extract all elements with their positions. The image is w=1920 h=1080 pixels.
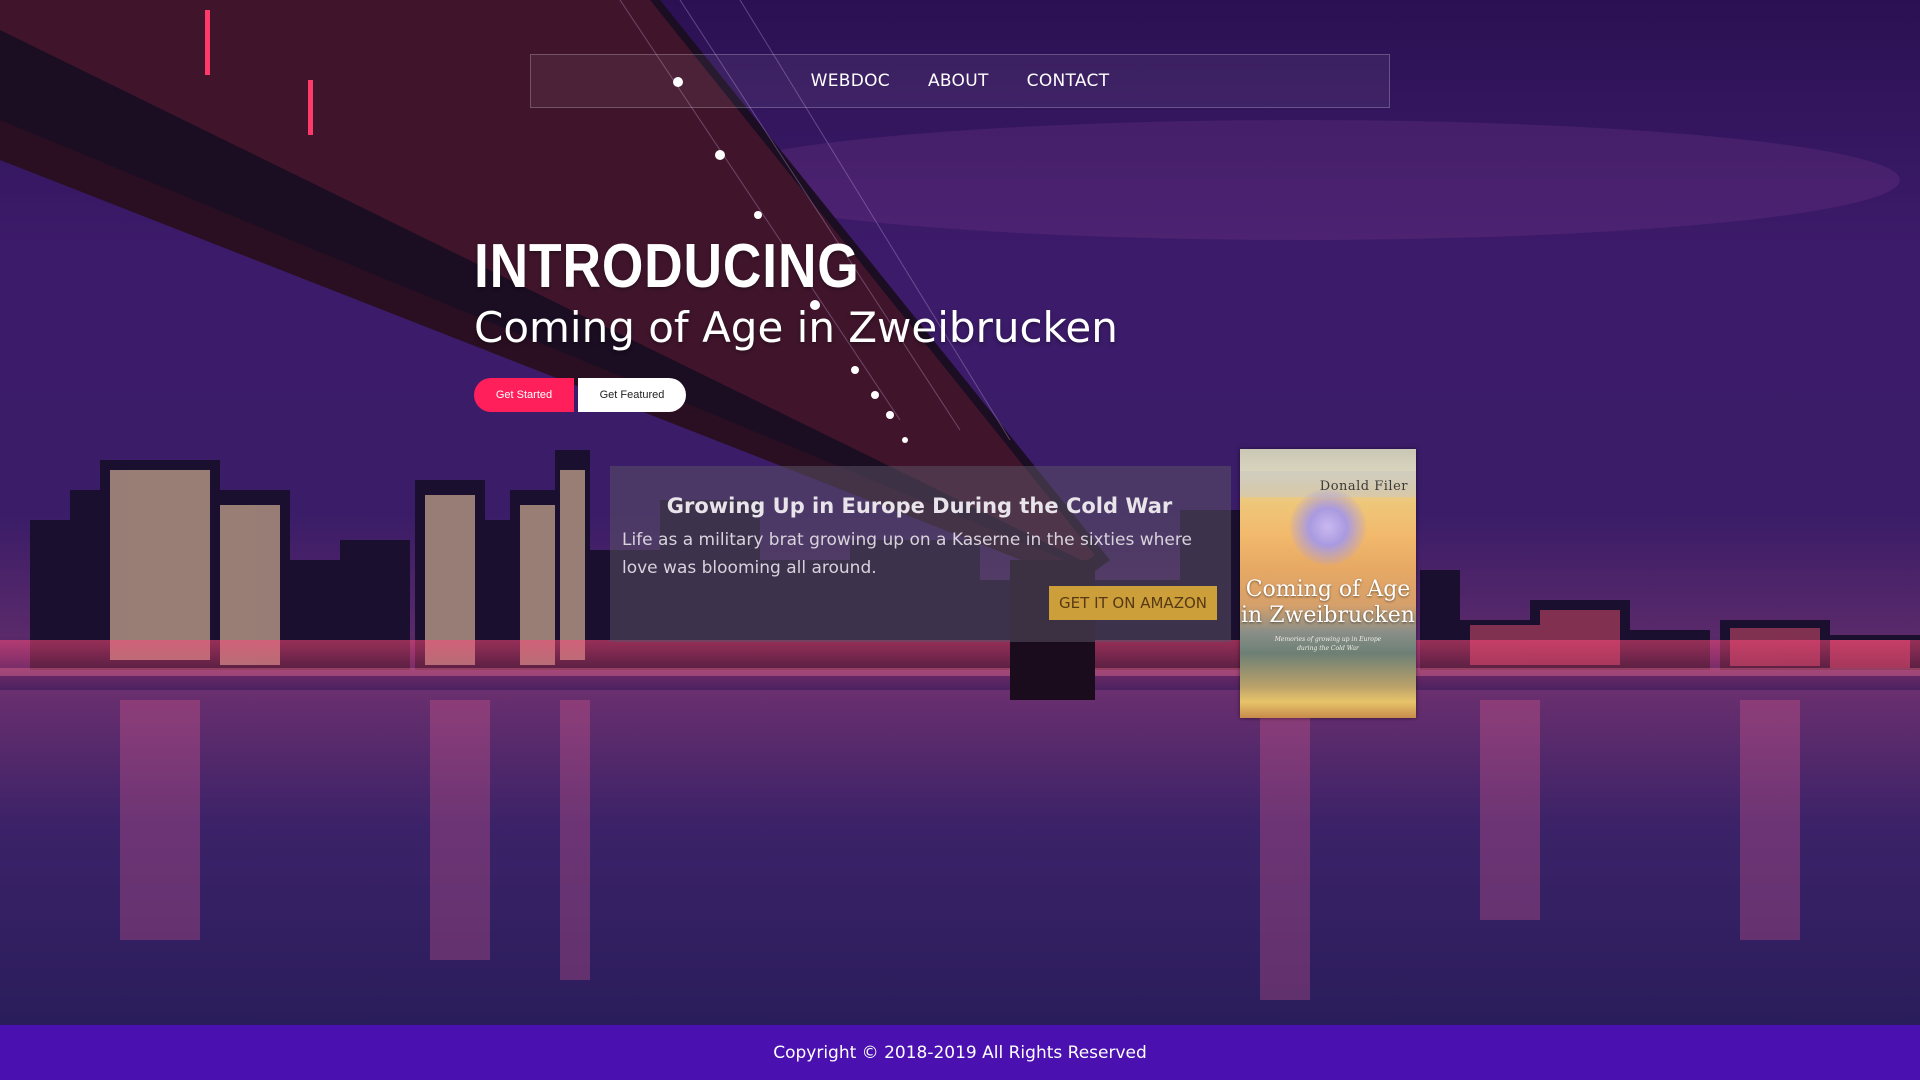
book-info-card: Growing Up in Europe During the Cold War… (610, 466, 1231, 642)
book-cover-author: Donald Filer (1319, 479, 1408, 494)
book-cover-image[interactable]: Donald Filer Coming of Age in Zweibrucke… (1240, 449, 1416, 718)
nav-link-webdoc[interactable]: WEBDOC (811, 71, 890, 91)
page: WEBDOC ABOUT CONTACT INTRODUCING Coming … (0, 0, 1920, 1080)
book-cover-subtitle-line1: Memories of growing up in Europe (1274, 636, 1382, 643)
hero-title: Coming of Age in Zweibrucken (474, 303, 1118, 352)
top-navbar: WEBDOC ABOUT CONTACT (530, 54, 1390, 108)
copyright-text: Copyright © 2018-2019 All Rights Reserve… (773, 1042, 1147, 1063)
card-description: Life as a military brat growing up on a … (622, 530, 1192, 578)
book-cover-title: Coming of Age in Zweibrucken (1240, 577, 1416, 629)
hero-kicker: INTRODUCING (474, 232, 860, 301)
nav-link-about[interactable]: ABOUT (928, 71, 989, 91)
book-cover-title-line1: Coming of Age (1245, 577, 1411, 602)
get-started-button[interactable]: Get Started (474, 378, 574, 412)
book-cover-title-line2: in Zweibrucken (1241, 603, 1415, 628)
hero-button-group: Get Started Get Featured (474, 378, 1118, 412)
footer: Copyright © 2018-2019 All Rights Reserve… (0, 1025, 1920, 1080)
book-cover-subtitle-line2: during the Cold War (1297, 645, 1359, 652)
nav-link-contact[interactable]: CONTACT (1027, 71, 1110, 91)
hero-section: INTRODUCING Coming of Age in Zweibrucken… (474, 232, 1118, 412)
get-it-on-amazon-button[interactable]: GET IT ON AMAZON (1049, 586, 1217, 620)
get-featured-button[interactable]: Get Featured (578, 378, 686, 412)
card-heading: Growing Up in Europe During the Cold War (666, 494, 1173, 518)
book-cover-sun (1290, 489, 1366, 565)
book-cover-subtitle: Memories of growing up in Europe during … (1240, 635, 1416, 653)
